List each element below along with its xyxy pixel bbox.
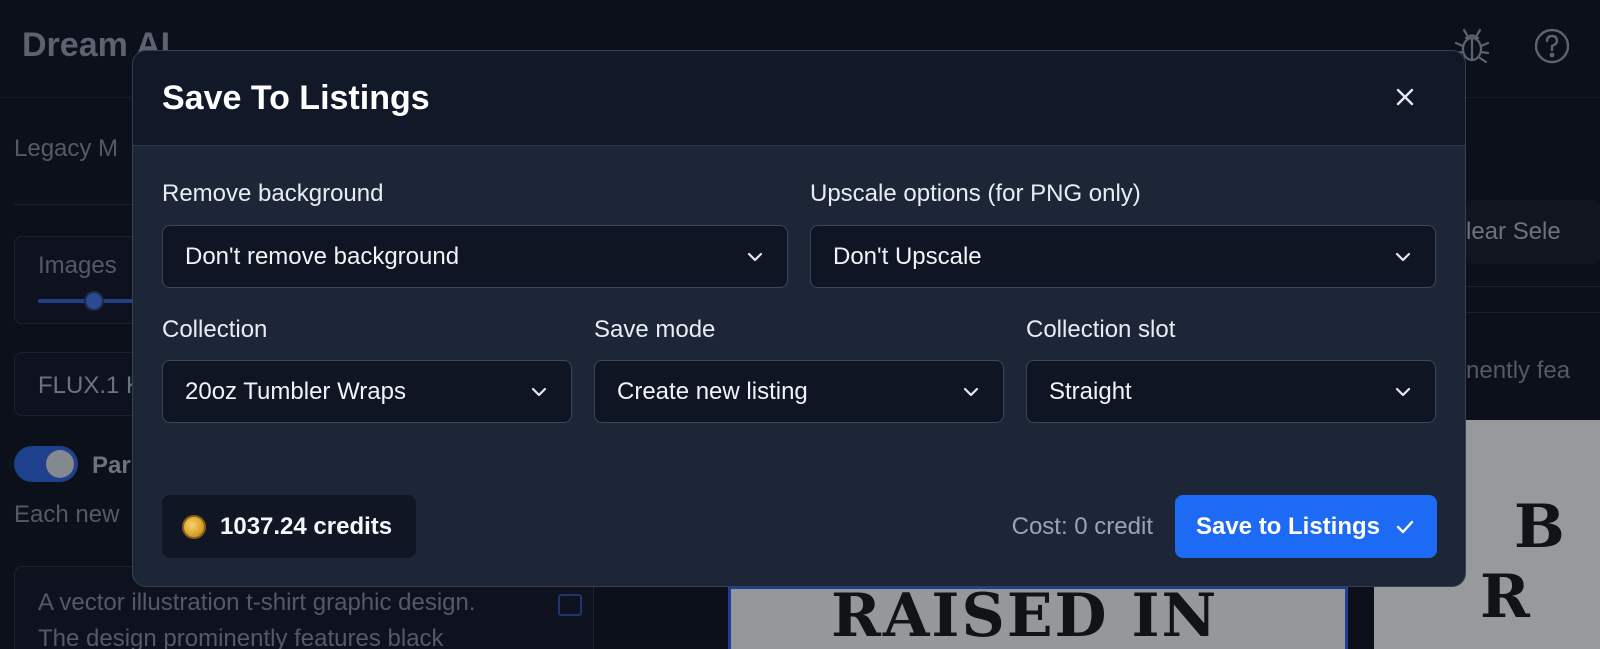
upscale-options-label: Upscale options (for PNG only) xyxy=(810,180,1141,207)
coin-icon xyxy=(182,514,206,539)
save-to-listings-button[interactable]: Save to Listings xyxy=(1175,495,1437,558)
chevron-down-icon xyxy=(529,382,549,402)
chevron-down-icon xyxy=(1393,382,1413,402)
modal-header: Save To Listings xyxy=(133,51,1465,146)
collection-select[interactable]: 20oz Tumbler Wraps xyxy=(162,360,572,423)
collection-label: Collection xyxy=(162,316,268,343)
upscale-options-value: Don't Upscale xyxy=(833,242,982,270)
check-icon xyxy=(1394,516,1416,538)
credits-balance: 1037.24 credits xyxy=(220,512,393,540)
collection-value: 20oz Tumbler Wraps xyxy=(185,377,406,405)
save-mode-label: Save mode xyxy=(594,316,716,343)
page: Dream AI Legacy M Images FLUX.1 K Par Ea… xyxy=(0,0,1600,649)
save-to-listings-modal: Save To Listings Remove background Don't… xyxy=(132,50,1466,587)
chevron-down-icon xyxy=(961,382,981,402)
save-mode-select[interactable]: Create new listing xyxy=(594,360,1004,423)
remove-background-value: Don't remove background xyxy=(185,242,460,270)
modal-title: Save To Listings xyxy=(162,79,430,117)
chevron-down-icon xyxy=(745,247,765,267)
close-button[interactable] xyxy=(1389,83,1421,115)
remove-background-select[interactable]: Don't remove background xyxy=(162,225,788,288)
upscale-options-select[interactable]: Don't Upscale xyxy=(810,225,1436,288)
collection-slot-label: Collection slot xyxy=(1026,316,1176,343)
chevron-down-icon xyxy=(1393,247,1413,267)
credits-badge: 1037.24 credits xyxy=(162,495,416,558)
save-mode-value: Create new listing xyxy=(617,377,808,405)
cost-text: Cost: 0 credit xyxy=(1011,513,1153,540)
save-button-label: Save to Listings xyxy=(1195,512,1381,540)
remove-background-label: Remove background xyxy=(162,180,384,207)
collection-slot-select[interactable]: Straight xyxy=(1026,360,1436,423)
collection-slot-value: Straight xyxy=(1049,377,1132,405)
close-icon xyxy=(1394,86,1416,113)
